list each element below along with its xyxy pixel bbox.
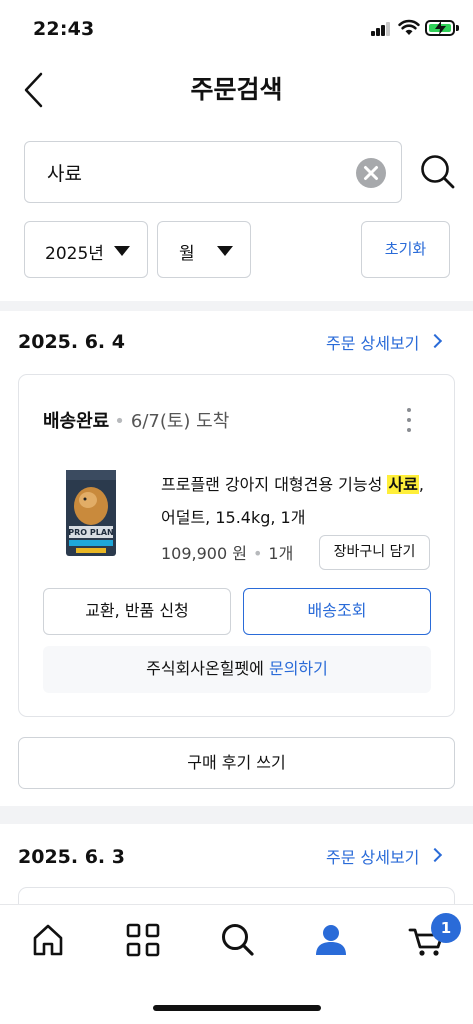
tab-search[interactable] (218, 920, 258, 960)
seller-name: 주식회사온힐펫에 (146, 659, 264, 678)
month-select[interactable]: 월 (157, 221, 251, 278)
seller-inquiry: 주식회사온힐펫에 문의하기 (43, 646, 431, 693)
status-bar: 22:43 (0, 0, 473, 56)
search-box[interactable] (24, 141, 402, 203)
status-time: 22:43 (33, 18, 95, 40)
search-icon (222, 924, 254, 956)
my-page-icon (316, 925, 346, 955)
product-image[interactable]: PRO PLAN (66, 470, 116, 556)
wifi-icon (398, 19, 420, 40)
delivery-eta: 6/7(토) 도착 (130, 411, 230, 432)
battery-icon (425, 20, 455, 36)
product-image-text: PRO PLAN (68, 528, 113, 537)
write-review-button[interactable]: 구매 후기 쓰기 (18, 737, 455, 789)
chevron-right-icon (427, 847, 443, 863)
product-quantity: 1개 (268, 544, 294, 563)
dot-separator: • (114, 411, 125, 432)
home-icon (33, 924, 63, 956)
order-detail-label: 주문 상세보기 (326, 334, 420, 353)
order-detail-link[interactable]: 주문 상세보기 (326, 330, 451, 354)
year-select[interactable]: 2025년 (24, 221, 148, 278)
section-divider (0, 301, 473, 311)
exchange-return-button[interactable]: 교환, 반품 신청 (43, 588, 231, 635)
search-highlight: 사료 (387, 475, 419, 494)
delivery-status: 배송완료 (43, 411, 110, 432)
caret-down-icon (114, 246, 130, 256)
search-input[interactable] (47, 158, 347, 186)
page-title: 주문검색 (190, 75, 283, 104)
order-detail-link[interactable]: 주문 상세보기 (326, 844, 451, 868)
year-select-label: 2025년 (45, 244, 104, 264)
search-button[interactable] (418, 152, 458, 192)
order-detail-label: 주문 상세보기 (326, 848, 420, 867)
add-to-cart-button[interactable]: 장바구니 담기 (319, 535, 430, 570)
more-options-button[interactable] (402, 406, 416, 434)
cart-badge: 1 (431, 913, 461, 943)
month-select-label: 월 (179, 244, 195, 264)
close-icon (364, 166, 378, 180)
tab-category[interactable] (123, 920, 163, 960)
track-delivery-button[interactable]: 배송조회 (243, 588, 431, 635)
signal-icon (371, 22, 391, 36)
product-name[interactable]: 프로플랜 강아지 대형견용 기능성 사료, 어덜트, 15.4kg, 1개 (161, 468, 431, 534)
dot-separator: • (252, 544, 263, 563)
product-name-suffix: , (418, 475, 424, 494)
section-divider (0, 806, 473, 824)
price-line: 109,900 원 • 1개 (161, 540, 293, 564)
battery-tip (456, 25, 459, 31)
category-grid-icon (126, 923, 160, 957)
search-icon (421, 155, 455, 189)
product-name-line2: 어덜트, 15.4kg, 1개 (161, 508, 306, 527)
caret-down-icon (217, 246, 233, 256)
product-price: 109,900 원 (161, 544, 247, 563)
clear-search-button[interactable] (356, 158, 386, 188)
inquiry-link[interactable]: 문의하기 (269, 659, 328, 678)
tab-my-page[interactable] (311, 920, 351, 960)
tab-home[interactable] (28, 920, 68, 960)
product-name-prefix: 프로플랜 강아지 대형견용 기능성 (161, 475, 388, 494)
chevron-right-icon (427, 333, 443, 349)
order-date: 2025. 6. 4 (18, 331, 125, 353)
delivery-status-line: 배송완료 • 6/7(토) 도착 (43, 407, 229, 433)
reset-button[interactable]: 초기화 (361, 221, 450, 278)
order-date: 2025. 6. 3 (18, 846, 125, 868)
home-indicator (153, 1005, 321, 1011)
